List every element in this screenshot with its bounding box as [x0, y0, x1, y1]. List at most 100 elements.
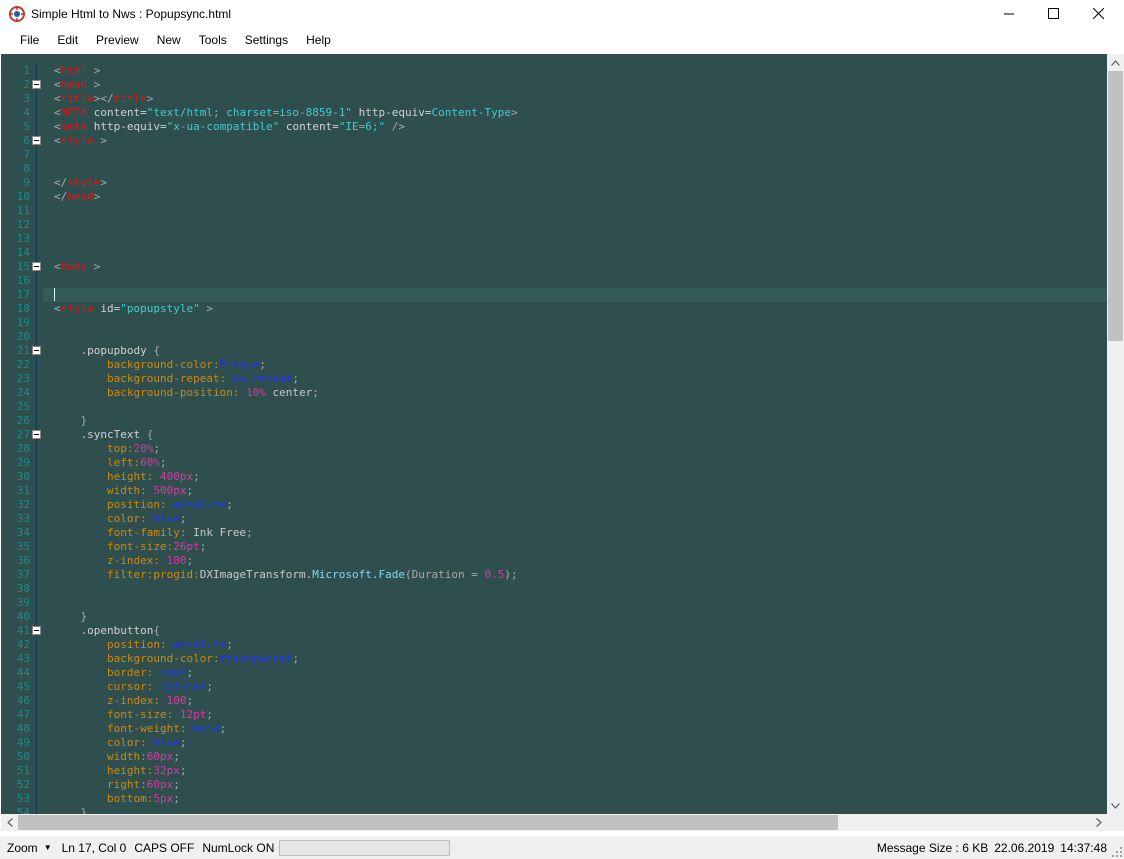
code-line: } [54, 610, 87, 624]
maximize-button[interactable] [1031, 0, 1076, 27]
code-token: "IE=6;" [338, 120, 386, 133]
code-token: ; [292, 652, 300, 665]
code-editor[interactable]: 1 2 3 4 5 6 7 8 9 10 11 12 13 14 15 16 17 18 19 20 21 22 23 24 2… [1, 54, 1107, 814]
fold-toggle-icon[interactable] [32, 430, 41, 439]
menu-edit[interactable]: Edit [48, 30, 87, 50]
code-token: font-size: [54, 708, 180, 721]
code-token: < [54, 302, 61, 315]
vertical-scroll-thumb[interactable] [1108, 71, 1123, 341]
zoom-label: Zoom [7, 840, 38, 855]
line-number: 44 [16, 666, 30, 679]
code-line: cursor: pointer; [54, 680, 213, 694]
window-title: Simple Html to Nws : Popupsync.html [31, 6, 232, 21]
code-token: 12pt [179, 708, 207, 721]
code-token: top: [54, 442, 134, 455]
line-number: 24 [16, 386, 30, 399]
fold-toggle-icon[interactable] [32, 626, 41, 635]
menu-preview[interactable]: Preview [87, 30, 148, 50]
title-bar: Simple Html to Nws : Popupsync.html [0, 0, 1124, 27]
code-line: left:60%; [54, 456, 167, 470]
fold-toggle-icon[interactable] [32, 346, 41, 355]
scroll-right-button[interactable] [1090, 814, 1107, 831]
code-token: bottom: [54, 792, 154, 805]
code-line: height: 400px; [54, 470, 200, 484]
code-token: < [54, 260, 61, 273]
code-token: cursor: [54, 680, 160, 693]
menu-file[interactable]: File [11, 30, 48, 50]
fold-toggle-icon[interactable] [32, 262, 41, 271]
code-line: <style id="popupstyle" > [54, 302, 213, 316]
vertical-scrollbar[interactable] [1107, 54, 1124, 814]
code-token: z-index: [54, 554, 167, 567]
code-token: ; [219, 722, 227, 735]
code-token: 100 [166, 554, 187, 567]
menu-new[interactable]: New [148, 30, 190, 50]
code-token: 100 [166, 694, 187, 707]
line-number: 4 [23, 106, 30, 119]
code-line: font-size: 12pt; [54, 708, 213, 722]
line-number: 12 [16, 218, 30, 231]
code-line: width:60px; [54, 750, 180, 764]
code-line: background-color:Bisque; [54, 358, 266, 372]
code-token: center [265, 386, 313, 399]
horizontal-scroll-thumb[interactable] [18, 815, 838, 830]
resize-grip-icon[interactable] [1112, 847, 1122, 857]
fold-toggle-icon[interactable] [32, 136, 41, 145]
code-token: http-equiv= [352, 106, 432, 119]
code-token: > [87, 260, 101, 273]
message-size: Message Size : 6 KB [876, 840, 989, 855]
line-number: 10 [16, 190, 30, 203]
code-token: ; [226, 638, 233, 651]
code-token: content= [87, 106, 147, 119]
line-number: 54 [16, 806, 30, 814]
horizontal-scrollbar[interactable] [1, 814, 1107, 831]
code-line: font-family: Ink Free; [54, 526, 253, 540]
code-token: absolute [173, 638, 227, 651]
code-token: Microsoft.Fade [312, 568, 406, 581]
code-token: ; [179, 736, 187, 749]
fold-toggle-icon[interactable] [32, 80, 41, 89]
line-number: 40 [16, 610, 30, 623]
code-token: blue [153, 736, 180, 749]
menu-settings[interactable]: Settings [236, 30, 297, 50]
line-number: 37 [16, 568, 30, 581]
scroll-left-button[interactable] [1, 814, 18, 831]
code-token: 32px [153, 764, 180, 777]
code-token: (Duration = [405, 568, 485, 581]
zoom-dropdown[interactable]: Zoom ▼ [7, 841, 52, 855]
scroll-up-button[interactable] [1107, 54, 1124, 71]
text-caret [54, 288, 55, 301]
minimize-button[interactable] [986, 0, 1031, 27]
code-token: < [54, 64, 61, 77]
line-number: 27 [16, 428, 30, 441]
menu-help[interactable]: Help [297, 30, 340, 50]
code-token: 10% [246, 386, 266, 399]
code-token: /> [385, 120, 406, 133]
code-token: "popupstyle" [120, 302, 200, 315]
code-token: ; [206, 680, 213, 693]
code-line: width: 500px; [54, 484, 193, 498]
close-button[interactable] [1076, 0, 1121, 27]
code-token: left: [54, 456, 141, 469]
code-token: color: [54, 736, 154, 749]
line-number: 9 [23, 176, 30, 189]
code-line: font-size:26pt; [54, 540, 206, 554]
scroll-down-button[interactable] [1107, 797, 1124, 814]
code-token: content= [279, 120, 339, 133]
code-line: <title></title> [54, 92, 153, 106]
code-token: ; [179, 512, 187, 525]
code-token: Ink Free [193, 526, 247, 539]
line-number: 22 [16, 358, 30, 371]
numlock-status: NumLock ON [202, 840, 275, 855]
code-token: ; [173, 792, 180, 805]
code-token: ); [504, 568, 518, 581]
menu-tools[interactable]: Tools [190, 30, 236, 50]
line-number: 35 [16, 540, 30, 553]
code-token: ; [186, 484, 194, 497]
code-line: <head > [54, 78, 100, 92]
code-line: bottom:5px; [54, 792, 180, 806]
code-line: z-index: 100; [54, 694, 193, 708]
code-token: ; [292, 372, 300, 385]
line-number: 28 [16, 442, 30, 455]
code-token: html [60, 64, 88, 77]
